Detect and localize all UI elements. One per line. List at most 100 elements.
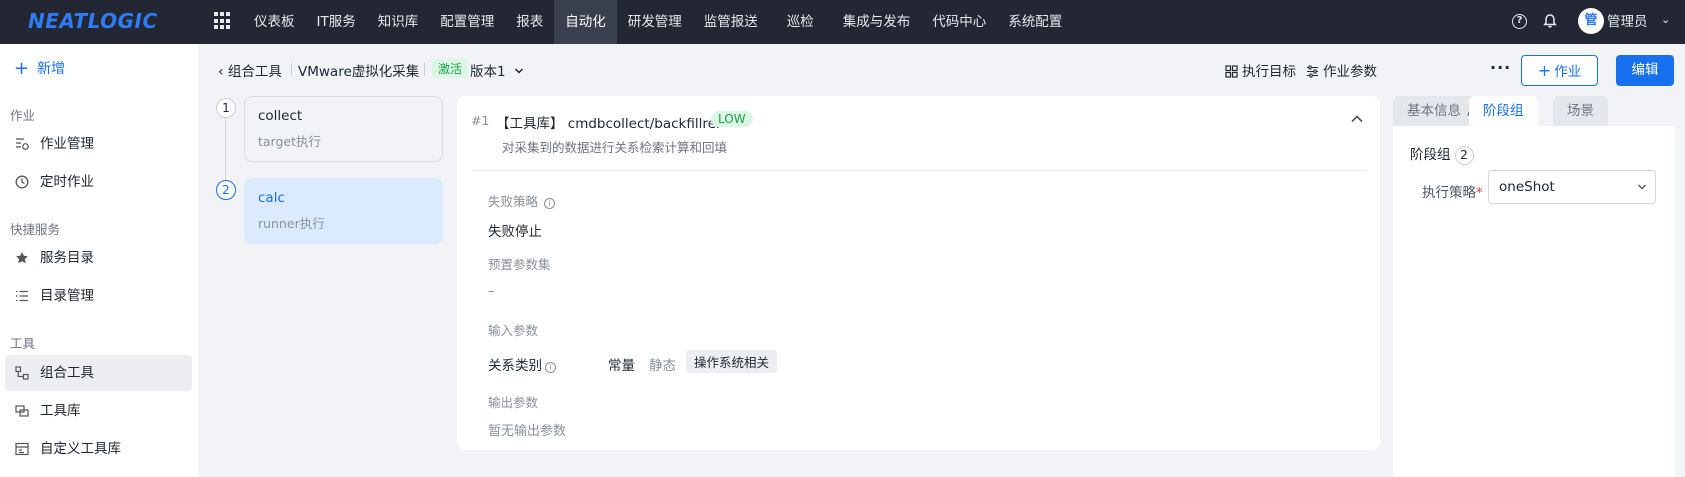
- step-card-calc[interactable]: calc runner执行: [244, 178, 443, 244]
- sidebar-item-custom-tool-library[interactable]: 自定义工具库: [5, 431, 192, 467]
- more-icon[interactable]: ···: [1490, 58, 1511, 77]
- nav-item-it-service[interactable]: IT服务: [306, 0, 367, 44]
- nav-item-dashboard[interactable]: 仪表板: [243, 0, 306, 44]
- exec-policy-select[interactable]: oneShot: [1488, 170, 1656, 204]
- version-label: 版本1: [470, 64, 506, 80]
- help-icon[interactable]: ?: [1512, 14, 1527, 29]
- sidebar-item-tool-library[interactable]: 工具库: [5, 393, 192, 429]
- step-number: 1: [216, 98, 236, 118]
- phase-steps: 1 collect target执行 2 calc runner执行: [212, 96, 444, 256]
- sidebar-item-job-management[interactable]: 作业管理: [5, 126, 192, 162]
- job-button[interactable]: + 作业: [1521, 55, 1598, 86]
- edit-button[interactable]: 编辑: [1616, 55, 1674, 86]
- nav-item-system-config[interactable]: 系统配置: [997, 0, 1073, 44]
- step-title: calc: [258, 190, 285, 206]
- sidebar-item-scheduled-job[interactable]: 定时作业: [5, 164, 192, 200]
- tool-library-icon: [15, 405, 29, 417]
- page-header: ‹ 组合工具 VMware虚拟化采集 激活 版本1 执行目标 作业参数 ··· …: [198, 44, 1685, 96]
- tab-phase-group[interactable]: 阶段组: [1469, 96, 1538, 126]
- exec-target-button[interactable]: 执行目标: [1225, 60, 1296, 80]
- fail-policy-value: 失败停止: [488, 224, 542, 240]
- step-subtitle: target执行: [258, 134, 322, 149]
- operation-card: #1 【工具库】 cmdbcollect/backfillrel LOW 对采集…: [457, 96, 1380, 450]
- status-badge: 激活: [432, 59, 469, 78]
- sidebar-item-label: 作业管理: [40, 136, 94, 152]
- chevron-up-icon[interactable]: [1350, 112, 1364, 126]
- tab-label: 基本信息: [1407, 103, 1461, 119]
- operation-description: 对采集到的数据进行关系检索计算和回填: [502, 140, 728, 155]
- fail-policy-label-text: 失败策略: [488, 194, 539, 209]
- sidebar: + 新增 作业 作业管理 定时作业 快捷服务 服务目录 目录管理 工具 组合工具 …: [0, 44, 198, 477]
- tool-name: VMware虚拟化采集: [298, 64, 420, 80]
- add-label: 新增: [37, 61, 66, 77]
- user-name[interactable]: 管理员: [1607, 0, 1648, 44]
- nav-item-inspection[interactable]: 巡检: [769, 0, 832, 44]
- main-nav: 仪表板 IT服务 知识库 配置管理 报表 自动化 研发管理 监管报送 巡检 集成…: [243, 0, 1073, 44]
- input-params-label: 输入参数: [488, 323, 539, 338]
- divider: [291, 63, 292, 76]
- step-subtitle: runner执行: [258, 216, 325, 231]
- sidebar-item-service-catalog[interactable]: 服务目录: [5, 240, 192, 276]
- bell-icon[interactable]: [1542, 13, 1558, 29]
- chevron-down-icon: [514, 68, 523, 74]
- divider: [472, 170, 1365, 171]
- sidebar-item-combo-tool[interactable]: 组合工具: [5, 355, 192, 391]
- version-select[interactable]: 版本1: [470, 60, 524, 80]
- info-icon[interactable]: i: [545, 362, 556, 373]
- input-param-name: 关系类别 i: [488, 354, 556, 374]
- nav-item-code-center[interactable]: 代码中心: [921, 0, 997, 44]
- info-icon[interactable]: i: [544, 198, 556, 209]
- nav-item-rd[interactable]: 研发管理: [617, 0, 693, 44]
- right-panel: 基本信息 阶段组 场景 阶段组 2 执行策略* oneShot: [1393, 96, 1685, 477]
- job-params-label: 作业参数: [1323, 64, 1377, 80]
- phase-group-title: 阶段组 2: [1410, 143, 1474, 165]
- operation-index: #1: [471, 113, 490, 128]
- sidebar-item-label: 目录管理: [40, 288, 94, 304]
- job-button-label: 作业: [1554, 64, 1582, 80]
- exec-policy-value: oneShot: [1499, 179, 1555, 195]
- back-label: 组合工具: [227, 64, 282, 80]
- sidebar-item-catalog-management[interactable]: 目录管理: [5, 278, 192, 314]
- clock-icon: [15, 175, 29, 189]
- divider: [424, 63, 425, 76]
- back-button[interactable]: ‹ 组合工具: [218, 60, 282, 80]
- phase-group-count: 2: [1454, 146, 1474, 165]
- exec-policy-label-text: 执行策略: [1422, 185, 1476, 201]
- step-connector: [225, 118, 226, 188]
- combo-tool-icon: [15, 366, 29, 380]
- apps-grid-icon[interactable]: [214, 12, 232, 30]
- nav-item-report[interactable]: 报表: [505, 0, 554, 44]
- exec-policy-label: 执行策略*: [1422, 181, 1483, 201]
- plus-icon: +: [14, 58, 30, 79]
- sliders-icon: [1307, 65, 1318, 78]
- chevron-down-icon[interactable]: ⌄: [1661, 13, 1670, 26]
- plus-icon: +: [1537, 61, 1552, 80]
- sidebar-item-label: 组合工具: [40, 365, 94, 381]
- input-value-tag: 操作系统相关: [686, 350, 778, 373]
- phase-group-panel: 阶段组 2 执行策略* oneShot: [1393, 126, 1675, 477]
- target-grid-icon: [1225, 65, 1238, 78]
- output-params-label: 输出参数: [488, 395, 539, 410]
- job-params-button[interactable]: 作业参数: [1306, 60, 1377, 80]
- step-card-collect[interactable]: collect target执行: [244, 96, 443, 162]
- nav-item-knowledge[interactable]: 知识库: [367, 0, 430, 44]
- mode-static[interactable]: 静态: [649, 354, 676, 374]
- chevron-left-icon: ‹: [218, 64, 224, 80]
- preset-value: –: [488, 283, 495, 299]
- add-button[interactable]: + 新增: [14, 58, 65, 80]
- operation-title: 【工具库】 cmdbcollect/backfillrel: [496, 116, 720, 132]
- mode-constant[interactable]: 常量: [608, 354, 635, 374]
- custom-tool-icon: [15, 442, 29, 456]
- nav-item-deploy[interactable]: 集成与发布: [832, 0, 922, 44]
- tab-scenario[interactable]: 场景: [1553, 96, 1608, 126]
- sidebar-item-label: 自定义工具库: [40, 441, 121, 457]
- star-icon: [16, 252, 28, 264]
- nav-item-automation[interactable]: 自动化: [554, 0, 617, 44]
- sidebar-group-title: 作业: [10, 108, 36, 123]
- avatar[interactable]: 管: [1578, 8, 1604, 34]
- sidebar-group-title: 快捷服务: [10, 222, 61, 237]
- neatlogic-logo[interactable]: NEATLOGIC: [28, 9, 158, 33]
- output-params-empty: 暂无输出参数: [488, 424, 567, 439]
- nav-item-cmdb[interactable]: 配置管理: [429, 0, 505, 44]
- nav-item-regulatory[interactable]: 监管报送: [693, 0, 769, 44]
